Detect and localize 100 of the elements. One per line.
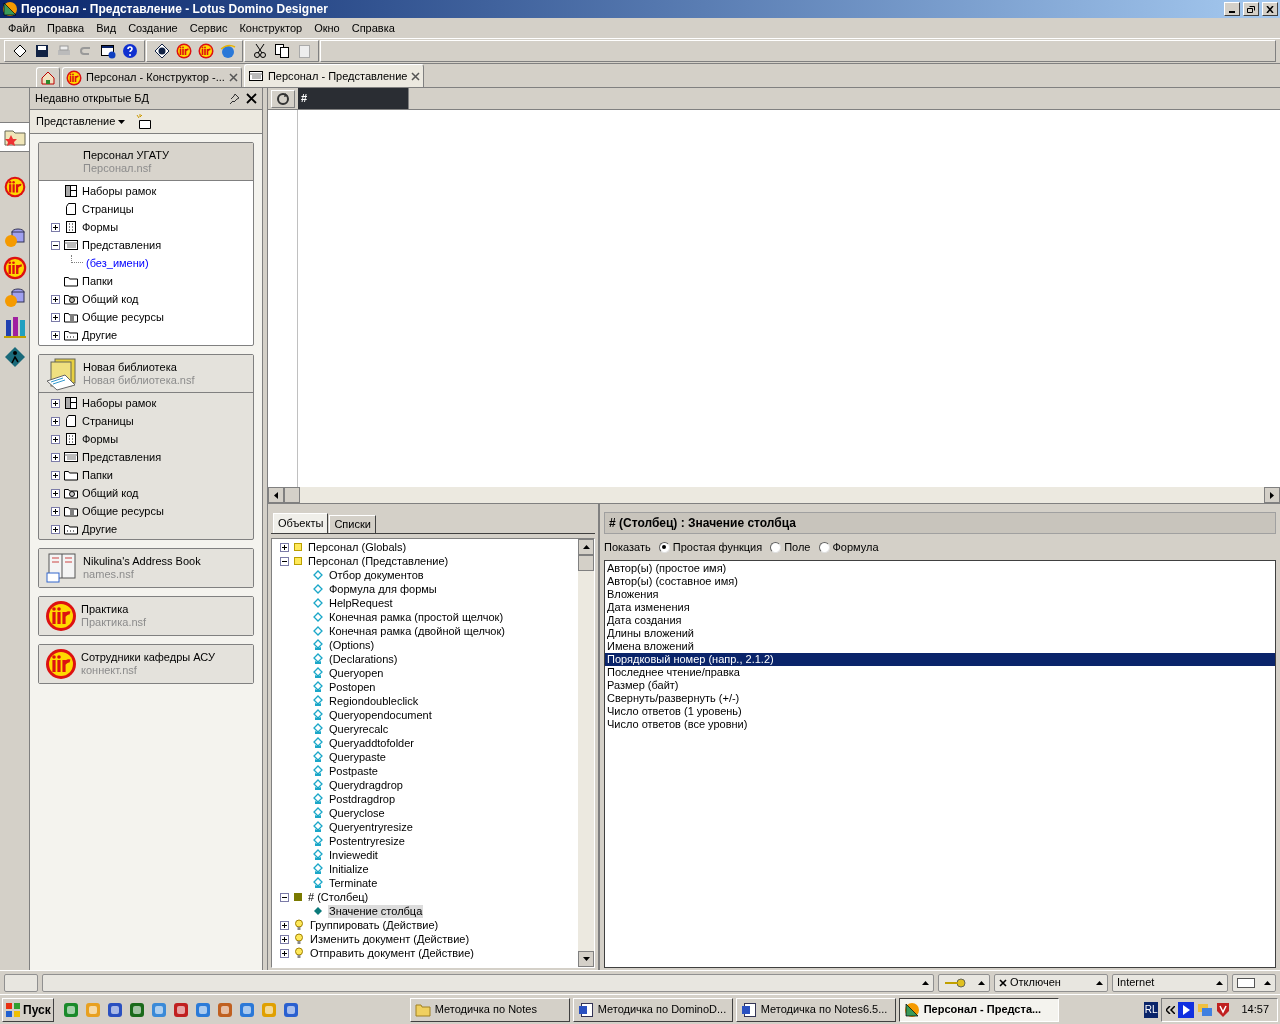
close-icon[interactable] xyxy=(246,93,257,104)
object-tree-item[interactable]: Конечная рамка (двойной щелчок) xyxy=(328,624,506,638)
expand-icon[interactable] xyxy=(51,488,60,498)
refresh-button[interactable] xyxy=(271,89,295,108)
start-button[interactable]: Пуск xyxy=(2,997,54,1022)
document-tab[interactable]: Персонал - Конструктор -... xyxy=(62,67,242,87)
object-tree-item[interactable]: Queryrecalc xyxy=(328,722,390,736)
function-list-item[interactable]: Число ответов (все уровни) xyxy=(605,718,1275,731)
design-element-item[interactable]: Общий код xyxy=(82,290,139,308)
save-icon[interactable] xyxy=(33,43,50,59)
design-element-item[interactable]: Общий код xyxy=(82,484,139,502)
object-tree-item[interactable]: HelpRequest xyxy=(328,596,394,610)
function-list-item[interactable]: Дата создания xyxy=(605,614,1275,627)
language-indicator[interactable]: RL xyxy=(1143,1001,1159,1018)
scroll-thumb[interactable] xyxy=(284,487,300,503)
bookmark-button[interactable] xyxy=(0,122,29,152)
down-arrow-icon[interactable] xyxy=(582,957,590,961)
design-element-item[interactable]: Представления xyxy=(82,236,162,254)
menu-item[interactable]: Окно xyxy=(308,19,346,37)
design-element-item[interactable]: Другие xyxy=(82,520,118,538)
object-tree-item[interactable]: Персонал (Представление) xyxy=(307,554,450,568)
panel-tab[interactable]: Списки xyxy=(329,515,376,533)
expand-icon[interactable] xyxy=(51,452,60,462)
object-tree-item[interactable]: Группировать (Действие) xyxy=(309,918,440,932)
collapse-icon[interactable] xyxy=(280,892,289,902)
runner-icon[interactable] xyxy=(3,346,26,368)
menu-item[interactable]: Правка xyxy=(41,19,91,37)
object-tree-item[interactable]: Terminate xyxy=(328,876,379,890)
function-list-item[interactable]: Вложения xyxy=(605,588,1275,601)
design-element-item[interactable]: Наборы рамок xyxy=(82,394,157,412)
new-folder-icon[interactable] xyxy=(135,113,154,130)
function-list-item[interactable]: Имена вложений xyxy=(605,640,1275,653)
object-tree-item[interactable]: Postopen xyxy=(328,680,377,694)
design-element-item[interactable]: Представления xyxy=(82,448,162,466)
object-tree-item[interactable]: Изменить документ (Действие) xyxy=(309,932,471,946)
database-card[interactable]: Персонал УГАТУ Персонал.nsf Наборы рамок Страницы Формы Представления (без_имени) Папки Общий код Общие ресурсы Другие xyxy=(38,142,254,346)
up-arrow-icon[interactable] xyxy=(978,980,985,985)
status-message-field[interactable] xyxy=(42,973,934,992)
object-tree-item[interactable]: Queryaddtofolder xyxy=(328,736,415,750)
menu-item[interactable]: Создание xyxy=(122,19,184,37)
expand-icon[interactable] xyxy=(51,506,60,516)
vertical-scrollbar[interactable] xyxy=(578,539,594,967)
up-arrow-icon[interactable] xyxy=(922,980,929,985)
taskbar-button[interactable]: Персонал - Предста... xyxy=(898,997,1059,1022)
object-tree-item[interactable]: Postentryresize xyxy=(328,834,406,848)
taskbar-button[interactable]: Методичка по Notes6.5... xyxy=(735,997,896,1022)
design-element-item[interactable]: Страницы xyxy=(82,412,134,430)
expand-icon[interactable] xyxy=(51,222,60,232)
database-card[interactable]: Nikulina's Address Book names.nsf xyxy=(38,548,254,588)
radio-option[interactable]: Формула xyxy=(818,538,879,556)
design-element-item[interactable]: Папки xyxy=(82,466,113,484)
scroll-thumb[interactable] xyxy=(578,555,594,571)
key-dropdown[interactable] xyxy=(938,973,990,992)
expand-icon[interactable] xyxy=(280,920,289,930)
object-tree-item[interactable]: (Declarations) xyxy=(328,652,399,666)
collapse-icon[interactable] xyxy=(280,556,289,566)
object-tree-item[interactable]: Postdragdrop xyxy=(328,792,397,806)
radio-option[interactable]: Поле xyxy=(770,538,811,556)
object-tree-item[interactable]: Inviewedit xyxy=(328,848,379,862)
design-element-item[interactable]: Наборы рамок xyxy=(82,182,157,200)
design-element-item[interactable]: Формы xyxy=(82,430,119,448)
expand-icon[interactable] xyxy=(280,542,289,552)
function-list-item[interactable]: Длины вложений xyxy=(605,627,1275,640)
function-list-item[interactable]: Число ответов (1 уровень) xyxy=(605,705,1275,718)
expand-icon[interactable] xyxy=(51,434,60,444)
design-element-item[interactable]: Страницы xyxy=(82,200,134,218)
close-button[interactable] xyxy=(1262,2,1278,16)
function-list-item[interactable]: Порядковый номер (напр., 2.1.2) xyxy=(605,653,1275,666)
expand-icon[interactable] xyxy=(51,330,60,340)
cut-icon[interactable] xyxy=(251,43,268,59)
up-arrow-icon[interactable] xyxy=(1264,980,1271,985)
database-card[interactable]: Сотрудники кафедры АСУ коннект.nsf xyxy=(38,644,254,684)
document-tab[interactable] xyxy=(36,67,60,87)
window-help-icon[interactable] xyxy=(99,43,116,59)
pin-icon[interactable] xyxy=(228,92,240,105)
expand-icon[interactable] xyxy=(280,934,289,944)
expand-icon[interactable] xyxy=(280,948,289,958)
minimize-button[interactable] xyxy=(1224,2,1240,16)
function-list-item[interactable]: Свернуть/развернуть (+/-) xyxy=(605,692,1275,705)
view-link[interactable]: (без_имени) xyxy=(86,254,149,272)
object-tree-item[interactable]: Отправить документ (Действие) xyxy=(309,946,475,960)
function-list-item[interactable]: Автор(ы) (составное имя) xyxy=(605,575,1275,588)
object-tree-item[interactable]: Querypaste xyxy=(328,750,387,764)
expand-icon[interactable] xyxy=(51,524,60,534)
object-tree-item[interactable]: Отбор документов xyxy=(328,568,425,582)
object-tree-item[interactable]: Queryopen xyxy=(328,666,385,680)
up-arrow-icon[interactable] xyxy=(1216,980,1223,985)
up-arrow-icon[interactable] xyxy=(582,545,590,549)
right-arrow-icon[interactable] xyxy=(1270,491,1274,499)
radio-option[interactable]: Простая функция xyxy=(658,538,763,556)
taskbar-button[interactable]: Методичка по Notes xyxy=(409,997,570,1022)
menu-item[interactable]: Вид xyxy=(90,19,123,37)
view-menu[interactable]: Представление xyxy=(36,113,126,130)
expand-icon[interactable] xyxy=(51,416,60,426)
function-list-item[interactable]: Дата изменения xyxy=(605,601,1275,614)
object-tree-item[interactable]: Конечная рамка (простой щелчок) xyxy=(328,610,505,624)
design-element-item[interactable]: Папки xyxy=(82,272,113,290)
left-arrow-icon[interactable] xyxy=(274,491,278,499)
horizontal-scrollbar[interactable] xyxy=(268,487,1280,503)
function-list-item[interactable]: Автор(ы) (простое имя) xyxy=(605,562,1275,575)
